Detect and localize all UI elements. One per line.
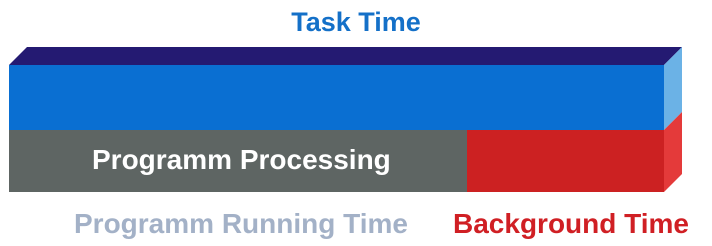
programm-processing-label: Programm Processing: [92, 144, 391, 175]
task-bar-top-face: [9, 47, 682, 65]
task-time-label: Task Time: [291, 7, 421, 37]
task-time-bar: [9, 65, 664, 130]
background-time-bar: [467, 130, 664, 192]
programm-running-time-label: Programm Running Time: [74, 208, 408, 239]
background-time-label: Background Time: [453, 208, 689, 239]
